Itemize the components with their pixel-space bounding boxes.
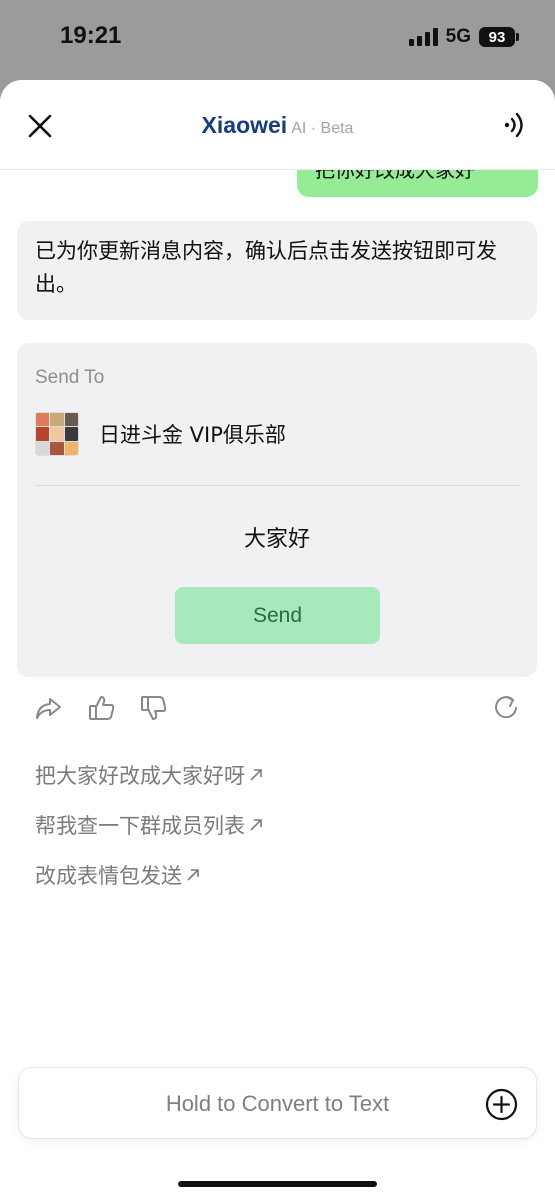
suggestion-2[interactable]: 帮我查一下群成员列表 [35, 810, 263, 840]
suggestion-text: 把大家好改成大家好呀 [35, 764, 245, 788]
status-time: 19:21 [60, 22, 122, 49]
group-avatar [35, 412, 79, 456]
battery-icon: 93 [479, 27, 519, 47]
arrow-up-right-icon [187, 869, 199, 881]
header-title: Xiaowei AI · Beta [0, 112, 555, 139]
plus-circle-icon [485, 1088, 518, 1121]
suggestion-1[interactable]: 把大家好改成大家好呀 [35, 760, 263, 790]
add-button[interactable] [485, 1088, 518, 1121]
share-button[interactable] [33, 693, 65, 725]
send-to-card: Send To 日进斗金 VIP俱乐部 大家好 Send [17, 343, 537, 677]
status-bar: 19:21 5G 93 [0, 0, 555, 80]
thumbs-up-icon [89, 696, 115, 720]
message-actions [33, 693, 523, 729]
ai-message-bubble: 已为你更新消息内容，确认后点击发送按钮即可发出。 [17, 221, 537, 320]
speaker-button[interactable] [499, 110, 529, 140]
network-type: 5G [445, 26, 471, 47]
suggestion-3[interactable]: 改成表情包发送 [35, 860, 200, 890]
thumbs-down-button[interactable] [139, 693, 171, 725]
recipient-group[interactable]: 日进斗金 VIP俱乐部 [35, 412, 286, 456]
arrow-up-right-icon [250, 819, 262, 831]
sheet-header: Xiaowei AI · Beta [0, 80, 555, 170]
suggestion-text: 帮我查一下群成员列表 [35, 814, 245, 838]
signal-icon [408, 28, 438, 46]
assistant-name: Xiaowei [201, 112, 288, 138]
home-indicator[interactable] [178, 1181, 377, 1187]
card-divider [35, 485, 519, 486]
group-name: 日进斗金 VIP俱乐部 [99, 423, 286, 447]
arrow-up-right-icon [250, 769, 262, 781]
share-icon [36, 698, 61, 719]
status-indicators: 5G 93 [408, 26, 519, 48]
thumbs-up-button[interactable] [87, 693, 119, 725]
message-preview: 大家好 [243, 527, 310, 552]
send-button[interactable]: Send [175, 587, 380, 644]
assistant-sheet: 把你好改成大家好 Xiaowei AI · Beta 已为你更新消息内容，确认后点… [0, 80, 555, 1200]
refresh-button[interactable] [491, 693, 523, 725]
voice-input-bar[interactable]: Hold to Convert to Text [18, 1067, 537, 1139]
battery-level: 93 [488, 28, 506, 46]
speaker-icon [504, 112, 523, 138]
refresh-icon [495, 696, 517, 719]
thumbs-down-icon [141, 696, 167, 720]
send-to-label: Send To [35, 367, 105, 388]
hold-to-talk-label: Hold to Convert to Text [165, 1091, 390, 1116]
ai-message-text: 已为你更新消息内容，确认后点击发送按钮即可发出。 [35, 239, 497, 296]
assistant-badge: AI · Beta [291, 120, 354, 137]
suggestion-text: 改成表情包发送 [35, 864, 182, 888]
